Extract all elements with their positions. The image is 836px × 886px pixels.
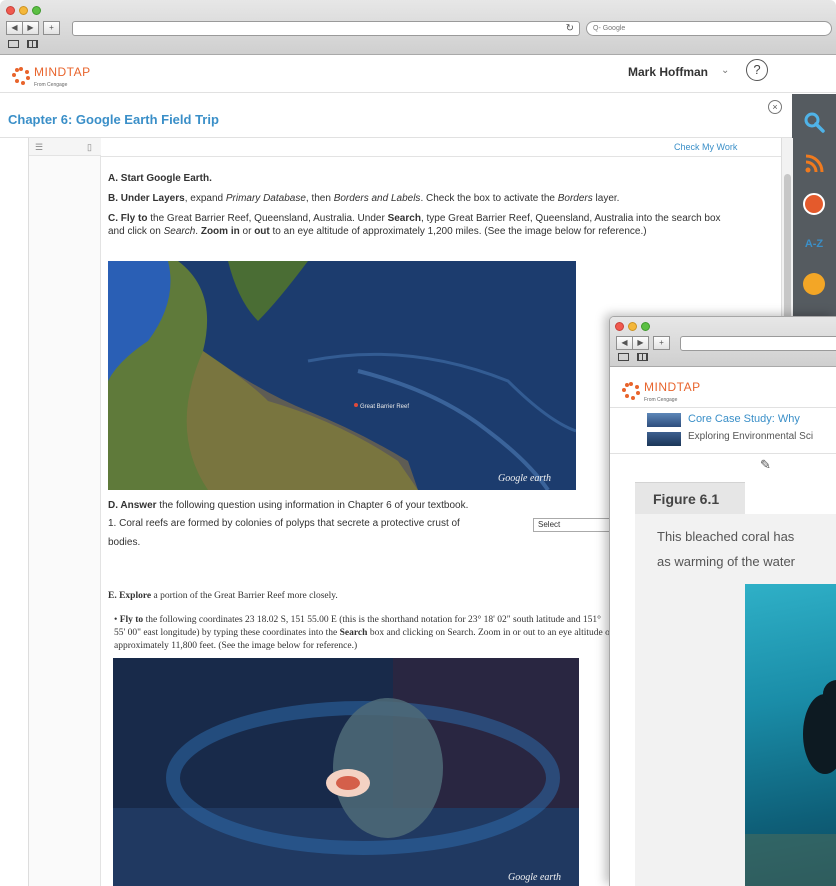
map-label-reef: Great Barrier Reef	[360, 404, 409, 410]
page-icon[interactable]: ▯	[87, 142, 92, 153]
toc-icon[interactable]: ☰	[35, 142, 43, 153]
google-earth-map-reef: Great Barrier Reef Google earth	[108, 261, 576, 490]
mindtap-logo[interactable]: MINDTAP From Cengage	[622, 378, 701, 403]
mindtap-logo[interactable]: MINDTAP From Cengage	[12, 63, 91, 88]
dock-az[interactable]: A-Z	[802, 232, 826, 256]
a-z-icon: A-Z	[804, 238, 824, 250]
case-study-title[interactable]: Core Case Study: Why	[688, 413, 800, 425]
close-window-button[interactable]	[615, 322, 624, 331]
app-header: MINDTAP From Cengage Mark Hoffman ⌄ ?	[0, 55, 836, 93]
grid-icon[interactable]	[27, 40, 38, 48]
island-map-image: Google earth	[113, 658, 579, 886]
bleached-coral-photo	[745, 584, 836, 886]
dock-search[interactable]	[802, 110, 826, 134]
search-icon	[804, 112, 825, 133]
mindtap-logo-icon	[12, 66, 30, 85]
zoom-window-button[interactable]	[641, 322, 650, 331]
logo-subtext: From Cengage	[644, 397, 678, 403]
reef-map-image: Great Barrier Reef Google earth	[108, 261, 576, 490]
step-e-bullet: • Fly to the following coordinates 23 18…	[114, 615, 614, 651]
close-chapter-button[interactable]: ×	[768, 100, 782, 114]
window-controls	[6, 6, 41, 15]
back-button[interactable]: ◀	[616, 336, 633, 350]
reload-icon[interactable]: ↻	[566, 22, 574, 35]
check-my-work-link[interactable]: Check My Work	[674, 142, 737, 152]
chapter-title: Chapter 6: Google Earth Field Trip	[8, 112, 219, 127]
chapter-bar: Chapter 6: Google Earth Field Trip ×	[0, 94, 792, 138]
browser-toolbar: ◀ ▶ +	[610, 317, 836, 367]
window-controls	[615, 322, 650, 331]
help-button[interactable]: ?	[746, 59, 768, 81]
tab-controls	[618, 353, 648, 361]
google-earth-watermark: Google earth	[498, 473, 551, 484]
answer-select[interactable]: Select	[533, 518, 615, 532]
app-header: MINDTAP From Cengage	[610, 368, 836, 408]
app-dock: A-Z	[792, 94, 836, 324]
add-bookmark-button[interactable]: +	[43, 21, 60, 35]
step-b: B. Under Layers, expand Primary Database…	[108, 193, 620, 204]
minimize-window-button[interactable]	[19, 6, 28, 15]
scroll-thumb[interactable]	[784, 174, 791, 334]
case-study-window: ◀ ▶ + MINDTAP From Cengage Core Case Stu…	[609, 316, 836, 886]
dock-note[interactable]	[802, 272, 826, 296]
figure-body: This bleached coral has as warming of th…	[635, 514, 836, 886]
figure-label: Figure 6.1	[653, 491, 720, 507]
figure-tab: Figure 6.1	[635, 482, 745, 514]
web-icon	[803, 193, 825, 215]
dock-web[interactable]	[802, 192, 826, 216]
logo-text: MINDTAP	[34, 65, 91, 79]
google-earth-watermark: Google earth	[508, 872, 561, 883]
add-bookmark-button[interactable]: +	[653, 336, 670, 350]
logo-text: MINDTAP	[644, 380, 701, 394]
step-d: D. Answer the following question using i…	[108, 500, 469, 511]
question-1-end: bodies.	[108, 537, 141, 548]
note-icon	[803, 273, 825, 295]
zoom-window-button[interactable]	[32, 6, 41, 15]
tab-controls	[8, 40, 38, 48]
case-thumbnail	[647, 413, 681, 427]
back-button[interactable]: ◀	[6, 21, 23, 35]
google-earth-map-island: Google earth	[113, 658, 579, 886]
case-study-header: Core Case Study: Why Exploring Environme…	[610, 408, 836, 454]
mindtap-logo-icon	[622, 381, 640, 400]
nav-buttons: ◀ ▶ +	[6, 21, 60, 35]
forward-button[interactable]: ▶	[632, 336, 649, 350]
tab-icon[interactable]	[618, 353, 629, 361]
nav-buttons: ◀ ▶ +	[616, 336, 670, 350]
address-bar[interactable]: ↻	[72, 21, 580, 36]
reader-divider	[101, 156, 781, 157]
step-c: C. Fly to the Great Barrier Reef, Queens…	[108, 213, 721, 237]
step-a: A. Start Google Earth.	[108, 173, 212, 184]
forward-button[interactable]: ▶	[22, 21, 39, 35]
logo-subtext: From Cengage	[34, 82, 68, 88]
close-window-button[interactable]	[6, 6, 15, 15]
side-panel-toolbar: ☰ ▯	[29, 138, 101, 156]
minimize-window-button[interactable]	[628, 322, 637, 331]
user-menu[interactable]: Mark Hoffman	[628, 65, 708, 79]
pencil-icon[interactable]: ✎	[760, 457, 771, 473]
address-bar[interactable]	[680, 336, 836, 351]
book-title: Exploring Environmental Sci	[688, 431, 814, 442]
rss-icon	[805, 154, 824, 173]
question-1: 1. Coral reefs are formed by colonies of…	[108, 518, 460, 529]
dock-rss[interactable]	[802, 152, 826, 176]
tab-icon[interactable]	[8, 40, 19, 48]
search-input[interactable]: Q- Google	[586, 21, 832, 36]
chevron-down-icon[interactable]: ⌄	[721, 65, 729, 76]
book-thumbnail	[647, 432, 681, 446]
grid-icon[interactable]	[637, 353, 648, 361]
reader-side-panel: ☰ ▯	[29, 138, 101, 886]
diver-image	[745, 680, 836, 886]
step-e: E. Explore a portion of the Great Barrie…	[108, 591, 338, 601]
figure-caption: This bleached coral has as warming of th…	[657, 529, 796, 569]
browser-toolbar: ◀ ▶ + ↻ Q- Google	[0, 0, 836, 55]
